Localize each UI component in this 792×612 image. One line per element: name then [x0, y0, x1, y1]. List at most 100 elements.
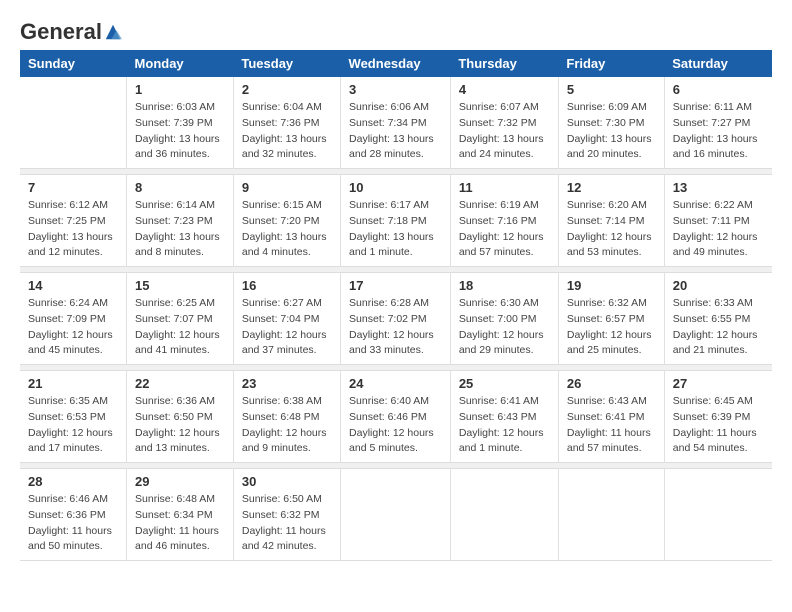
- day-cell: 13 Sunrise: 6:22 AMSunset: 7:11 PMDayligh…: [664, 175, 772, 267]
- page-header: General: [20, 20, 772, 40]
- day-info: Sunrise: 6:45 AMSunset: 6:39 PMDaylight:…: [673, 394, 764, 457]
- day-number: 16: [242, 278, 332, 293]
- day-number: 25: [459, 376, 550, 391]
- day-number: 12: [567, 180, 656, 195]
- day-info: Sunrise: 6:30 AMSunset: 7:00 PMDaylight:…: [459, 296, 550, 359]
- day-cell: 29 Sunrise: 6:48 AMSunset: 6:34 PMDayligh…: [127, 469, 234, 561]
- day-number: 11: [459, 180, 550, 195]
- day-cell: 23 Sunrise: 6:38 AMSunset: 6:48 PMDayligh…: [233, 371, 340, 463]
- day-info: Sunrise: 6:36 AMSunset: 6:50 PMDaylight:…: [135, 394, 225, 457]
- day-cell: [558, 469, 664, 561]
- calendar-table: SundayMondayTuesdayWednesdayThursdayFrid…: [20, 50, 772, 561]
- week-row-1: 1 Sunrise: 6:03 AMSunset: 7:39 PMDaylight…: [20, 77, 772, 169]
- day-cell: 26 Sunrise: 6:43 AMSunset: 6:41 PMDayligh…: [558, 371, 664, 463]
- week-row-2: 7 Sunrise: 6:12 AMSunset: 7:25 PMDaylight…: [20, 175, 772, 267]
- day-info: Sunrise: 6:11 AMSunset: 7:27 PMDaylight:…: [673, 100, 764, 163]
- day-cell: 2Sunrise: 6:04 AMSunset: 7:36 PMDaylight…: [233, 77, 340, 169]
- day-number: 9: [242, 180, 332, 195]
- day-info: Sunrise: 6:27 AMSunset: 7:04 PMDaylight:…: [242, 296, 332, 359]
- day-info: Sunrise: 6:32 AMSunset: 6:57 PMDaylight:…: [567, 296, 656, 359]
- day-cell: [450, 469, 558, 561]
- day-info: Sunrise: 6:09 AMSunset: 7:30 PMDaylight:…: [567, 100, 656, 163]
- header-day-sunday: Sunday: [20, 50, 127, 77]
- day-cell: 28Sunrise: 6:46 AMSunset: 6:36 PMDayligh…: [20, 469, 127, 561]
- day-number: 28: [28, 474, 118, 489]
- day-cell: 14Sunrise: 6:24 AMSunset: 7:09 PMDayligh…: [20, 273, 127, 365]
- header-day-wednesday: Wednesday: [341, 50, 451, 77]
- day-number: 29: [135, 474, 225, 489]
- day-cell: [341, 469, 451, 561]
- day-cell: 18 Sunrise: 6:30 AMSunset: 7:00 PMDayligh…: [450, 273, 558, 365]
- day-info: Sunrise: 6:03 AMSunset: 7:39 PMDaylight:…: [135, 100, 225, 163]
- day-info: Sunrise: 6:04 AMSunset: 7:36 PMDaylight:…: [242, 100, 332, 163]
- day-info: Sunrise: 6:17 AMSunset: 7:18 PMDaylight:…: [349, 198, 442, 261]
- day-info: Sunrise: 6:14 AMSunset: 7:23 PMDaylight:…: [135, 198, 225, 261]
- day-cell: 10 Sunrise: 6:17 AMSunset: 7:18 PMDayligh…: [341, 175, 451, 267]
- day-number: 5: [567, 82, 656, 97]
- day-number: 6: [673, 82, 764, 97]
- day-cell: 4Sunrise: 6:07 AMSunset: 7:32 PMDaylight…: [450, 77, 558, 169]
- day-info: Sunrise: 6:38 AMSunset: 6:48 PMDaylight:…: [242, 394, 332, 457]
- day-info: Sunrise: 6:28 AMSunset: 7:02 PMDaylight:…: [349, 296, 442, 359]
- day-info: Sunrise: 6:35 AMSunset: 6:53 PMDaylight:…: [28, 394, 118, 457]
- week-row-5: 28Sunrise: 6:46 AMSunset: 6:36 PMDayligh…: [20, 469, 772, 561]
- day-cell: 22 Sunrise: 6:36 AMSunset: 6:50 PMDayligh…: [127, 371, 234, 463]
- header-day-tuesday: Tuesday: [233, 50, 340, 77]
- day-info: Sunrise: 6:50 AMSunset: 6:32 PMDaylight:…: [242, 492, 332, 555]
- day-info: Sunrise: 6:24 AMSunset: 7:09 PMDaylight:…: [28, 296, 118, 359]
- day-cell: 7 Sunrise: 6:12 AMSunset: 7:25 PMDaylight…: [20, 175, 127, 267]
- day-cell: 12 Sunrise: 6:20 AMSunset: 7:14 PMDayligh…: [558, 175, 664, 267]
- day-number: 23: [242, 376, 332, 391]
- day-number: 21: [28, 376, 118, 391]
- day-number: 15: [135, 278, 225, 293]
- day-cell: 6 Sunrise: 6:11 AMSunset: 7:27 PMDaylight…: [664, 77, 772, 169]
- day-cell: 20Sunrise: 6:33 AMSunset: 6:55 PMDayligh…: [664, 273, 772, 365]
- day-number: 17: [349, 278, 442, 293]
- day-cell: 9 Sunrise: 6:15 AMSunset: 7:20 PMDaylight…: [233, 175, 340, 267]
- day-number: 22: [135, 376, 225, 391]
- day-cell: 3 Sunrise: 6:06 AMSunset: 7:34 PMDaylight…: [341, 77, 451, 169]
- day-number: 24: [349, 376, 442, 391]
- day-number: 19: [567, 278, 656, 293]
- day-number: 10: [349, 180, 442, 195]
- day-number: 30: [242, 474, 332, 489]
- header-row: SundayMondayTuesdayWednesdayThursdayFrid…: [20, 50, 772, 77]
- day-number: 26: [567, 376, 656, 391]
- calendar-body: 1 Sunrise: 6:03 AMSunset: 7:39 PMDaylight…: [20, 77, 772, 561]
- day-cell: 19 Sunrise: 6:32 AMSunset: 6:57 PMDayligh…: [558, 273, 664, 365]
- day-number: 3: [349, 82, 442, 97]
- day-number: 18: [459, 278, 550, 293]
- day-cell: 24 Sunrise: 6:40 AMSunset: 6:46 PMDayligh…: [341, 371, 451, 463]
- header-day-friday: Friday: [558, 50, 664, 77]
- day-info: Sunrise: 6:43 AMSunset: 6:41 PMDaylight:…: [567, 394, 656, 457]
- week-row-4: 21 Sunrise: 6:35 AMSunset: 6:53 PMDayligh…: [20, 371, 772, 463]
- day-cell: 11 Sunrise: 6:19 AMSunset: 7:16 PMDayligh…: [450, 175, 558, 267]
- day-cell: 8 Sunrise: 6:14 AMSunset: 7:23 PMDaylight…: [127, 175, 234, 267]
- day-number: 7: [28, 180, 118, 195]
- day-number: 1: [135, 82, 225, 97]
- day-info: Sunrise: 6:41 AMSunset: 6:43 PMDaylight:…: [459, 394, 550, 457]
- day-info: Sunrise: 6:22 AMSunset: 7:11 PMDaylight:…: [673, 198, 764, 261]
- day-info: Sunrise: 6:19 AMSunset: 7:16 PMDaylight:…: [459, 198, 550, 261]
- day-info: Sunrise: 6:20 AMSunset: 7:14 PMDaylight:…: [567, 198, 656, 261]
- day-number: 27: [673, 376, 764, 391]
- day-cell: 25 Sunrise: 6:41 AMSunset: 6:43 PMDayligh…: [450, 371, 558, 463]
- header-day-saturday: Saturday: [664, 50, 772, 77]
- day-info: Sunrise: 6:25 AMSunset: 7:07 PMDaylight:…: [135, 296, 225, 359]
- day-number: 20: [673, 278, 764, 293]
- day-info: Sunrise: 6:06 AMSunset: 7:34 PMDaylight:…: [349, 100, 442, 163]
- day-info: Sunrise: 6:48 AMSunset: 6:34 PMDaylight:…: [135, 492, 225, 555]
- day-number: 4: [459, 82, 550, 97]
- week-row-3: 14Sunrise: 6:24 AMSunset: 7:09 PMDayligh…: [20, 273, 772, 365]
- logo: General: [20, 20, 122, 40]
- day-number: 8: [135, 180, 225, 195]
- day-cell: 15 Sunrise: 6:25 AMSunset: 7:07 PMDayligh…: [127, 273, 234, 365]
- logo-text: General: [20, 20, 102, 44]
- day-number: 13: [673, 180, 764, 195]
- day-cell: 30 Sunrise: 6:50 AMSunset: 6:32 PMDayligh…: [233, 469, 340, 561]
- day-info: Sunrise: 6:12 AMSunset: 7:25 PMDaylight:…: [28, 198, 118, 261]
- day-cell: 21 Sunrise: 6:35 AMSunset: 6:53 PMDayligh…: [20, 371, 127, 463]
- calendar-header: SundayMondayTuesdayWednesdayThursdayFrid…: [20, 50, 772, 77]
- day-info: Sunrise: 6:40 AMSunset: 6:46 PMDaylight:…: [349, 394, 442, 457]
- day-info: Sunrise: 6:15 AMSunset: 7:20 PMDaylight:…: [242, 198, 332, 261]
